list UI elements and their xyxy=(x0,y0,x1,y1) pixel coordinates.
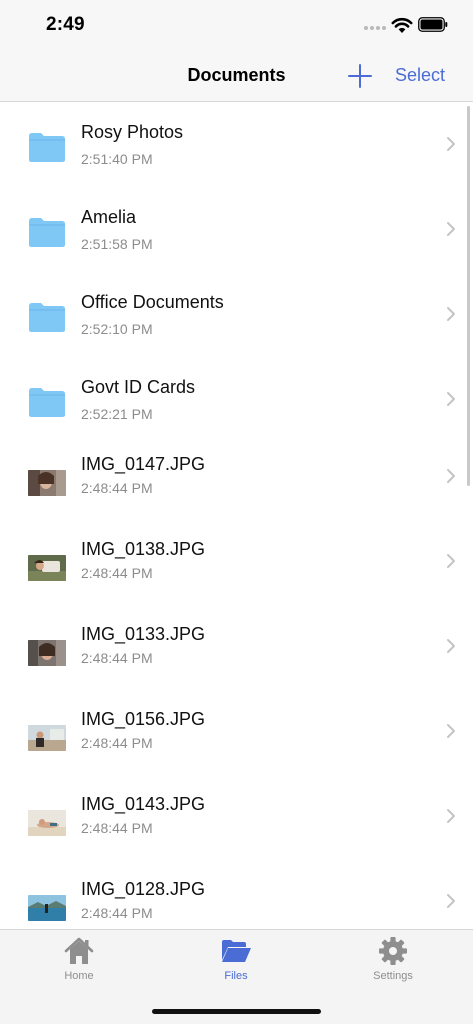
file-name: IMG_0128.JPG xyxy=(81,879,206,899)
home-indicator[interactable] xyxy=(152,1009,321,1014)
file-name: IMG_0133.JPG xyxy=(81,624,206,644)
chevron-right-icon xyxy=(447,894,455,908)
chevron-right-icon xyxy=(447,639,455,653)
file-time: 2:51:58 PM xyxy=(81,236,153,252)
chevron-right-icon xyxy=(447,137,455,151)
folder-icon xyxy=(29,303,65,332)
battery-icon xyxy=(418,17,448,32)
select-button[interactable]: Select xyxy=(395,65,445,86)
chevron-right-icon xyxy=(447,724,455,738)
image-thumbnail xyxy=(28,470,66,496)
file-time: 2:48:44 PM xyxy=(81,905,153,921)
list-item[interactable]: IMG_0147.JPG 2:48:44 PM xyxy=(0,443,473,528)
screen: 2:49 Documents Select Rosy Photos 2:51:4… xyxy=(0,0,473,1024)
navigation-bar: Documents Select xyxy=(0,50,473,102)
list-item[interactable]: Rosy Photos 2:51:40 PM xyxy=(0,103,473,188)
chevron-right-icon xyxy=(447,469,455,483)
status-time: 2:49 xyxy=(46,14,85,35)
file-name: Rosy Photos xyxy=(81,122,184,142)
file-time: 2:48:44 PM xyxy=(81,650,153,666)
file-name: IMG_0143.JPG xyxy=(81,794,206,814)
image-thumbnail xyxy=(28,895,66,921)
image-thumbnail xyxy=(28,640,66,666)
file-name: Amelia xyxy=(81,207,137,227)
add-button[interactable] xyxy=(346,62,374,90)
list-item[interactable]: IMG_0156.JPG 2:48:44 PM xyxy=(0,698,473,783)
list-item[interactable]: Office Documents 2:52:10 PM xyxy=(0,273,473,358)
chevron-right-icon xyxy=(447,222,455,236)
file-time: 2:51:40 PM xyxy=(81,151,153,167)
gear-icon xyxy=(379,937,407,965)
chevron-right-icon xyxy=(447,554,455,568)
tab-home[interactable]: Home xyxy=(39,936,119,992)
tab-home-label: Home xyxy=(64,970,94,982)
tab-files[interactable]: Files xyxy=(196,936,276,992)
file-time: 2:48:44 PM xyxy=(81,480,153,496)
cellular-signal-icon xyxy=(364,26,386,30)
status-bar: 2:49 xyxy=(0,0,473,50)
folder-icon xyxy=(29,218,65,247)
file-list: Rosy Photos 2:51:40 PM Amelia 2:51:58 PM… xyxy=(0,103,473,929)
list-item[interactable]: IMG_0143.JPG 2:48:44 PM xyxy=(0,783,473,868)
image-thumbnail xyxy=(28,555,66,581)
image-thumbnail xyxy=(28,725,66,751)
chevron-right-icon xyxy=(447,809,455,823)
file-time: 2:48:44 PM xyxy=(81,735,153,751)
image-thumbnail xyxy=(28,810,66,836)
file-name: Govt ID Cards xyxy=(81,377,196,397)
scrollbar[interactable] xyxy=(467,106,470,486)
folder-open-icon xyxy=(222,940,251,962)
list-item[interactable]: Govt ID Cards 2:52:21 PM xyxy=(0,358,473,443)
file-name: IMG_0147.JPG xyxy=(81,454,206,474)
tab-settings-label: Settings xyxy=(373,970,413,982)
chevron-right-icon xyxy=(447,392,455,406)
file-time: 2:52:21 PM xyxy=(81,406,153,422)
folder-icon xyxy=(29,388,65,417)
file-time: 2:52:10 PM xyxy=(81,321,153,337)
tab-files-label: Files xyxy=(224,970,248,982)
file-name: Office Documents xyxy=(81,292,224,312)
list-item[interactable]: IMG_0128.JPG 2:48:44 PM xyxy=(0,868,473,929)
file-time: 2:48:44 PM xyxy=(81,565,153,581)
folder-icon xyxy=(29,133,65,162)
file-name: IMG_0138.JPG xyxy=(81,539,206,559)
file-time: 2:48:44 PM xyxy=(81,820,153,836)
wifi-icon xyxy=(391,17,413,33)
list-item[interactable]: IMG_0138.JPG 2:48:44 PM xyxy=(0,528,473,613)
tab-settings[interactable]: Settings xyxy=(353,936,433,992)
file-name: IMG_0156.JPG xyxy=(81,709,206,729)
chevron-right-icon xyxy=(447,307,455,321)
plus-icon xyxy=(348,64,372,88)
list-item[interactable]: IMG_0133.JPG 2:48:44 PM xyxy=(0,613,473,698)
home-icon xyxy=(64,937,94,964)
list-item[interactable]: Amelia 2:51:58 PM xyxy=(0,188,473,273)
